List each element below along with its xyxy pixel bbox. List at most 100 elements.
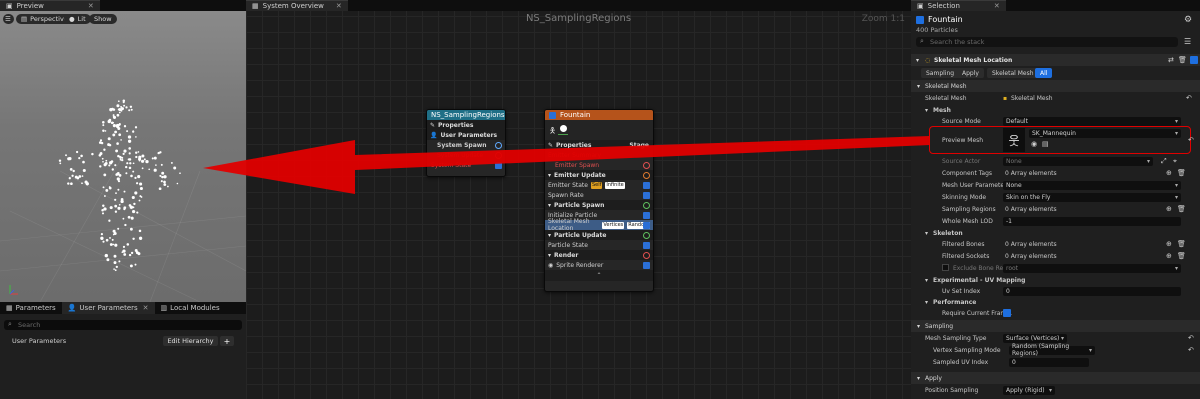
system-node-header[interactable]: NS_SamplingRegions — [427, 110, 505, 120]
emitter-spawn-row[interactable]: Emitter Spawn — [545, 160, 653, 170]
eyedropper-icon[interactable]: ⌖ — [1173, 157, 1177, 166]
reset-icon[interactable]: ↶ — [1188, 136, 1194, 144]
vertex-sampling-mode-select[interactable]: Random (Sampling Regions) — [1009, 343, 1095, 357]
system-spawn-row[interactable]: System Spawn — [427, 140, 505, 150]
clear-icon[interactable]: 🗑 — [1177, 169, 1186, 177]
mesh-sampling-type-select[interactable]: Surface (Vertices) — [1003, 333, 1067, 343]
emitter-enable-checkbox[interactable] — [916, 16, 924, 24]
source-mode-select[interactable]: Default — [1003, 116, 1181, 126]
tab-all[interactable]: All — [1035, 68, 1053, 78]
particle-dot — [101, 212, 105, 215]
enable-checkbox[interactable] — [643, 261, 650, 269]
clear-icon[interactable]: 🗑 — [1177, 205, 1186, 213]
close-icon[interactable]: ✕ — [994, 2, 1000, 10]
tab-apply[interactable]: Apply — [957, 68, 984, 78]
section-sampling[interactable]: ▾ Sampling — [911, 320, 1200, 332]
add-module-icon[interactable] — [643, 201, 650, 209]
tab-system-overview[interactable]: ▦ System Overview ✕ — [246, 0, 348, 11]
sprite-renderer-row[interactable]: ◉ Sprite Renderer — [545, 260, 653, 270]
system-overview-graph[interactable]: NS_SamplingRegions Zoom 1:1 NS_SamplingR… — [246, 0, 911, 399]
filter-icon[interactable]: ☰ — [1184, 37, 1191, 46]
user-parameters-row[interactable]: 👤 User Parameters — [427, 130, 505, 140]
use-selected-icon[interactable]: ◉ — [1031, 140, 1037, 148]
emitter-state-row[interactable]: Emitter State Self Infinite — [545, 180, 653, 190]
add-module-icon[interactable] — [643, 161, 650, 169]
module-enable-checkbox[interactable] — [1190, 56, 1198, 64]
tab-parameters[interactable]: ▦ Parameters — [0, 302, 62, 314]
browse-icon[interactable]: ▤ — [1042, 140, 1049, 148]
add-element-icon[interactable]: ⊕ — [1166, 252, 1172, 260]
render-row[interactable]: ▾ Render — [545, 250, 653, 260]
system-properties-row[interactable]: ✎ Properties — [427, 120, 505, 130]
parameters-search-input[interactable]: ⌕ Search — [4, 320, 242, 330]
particle-spawn-row[interactable]: ▾ Particle Spawn — [545, 200, 653, 210]
require-frame-checkbox[interactable] — [1003, 309, 1011, 317]
particle-update-row[interactable]: ▾ Particle Update — [545, 230, 653, 240]
pick-actor-icon[interactable]: ⤢ — [1161, 157, 1167, 166]
add-element-icon[interactable]: ⊕ — [1166, 240, 1172, 248]
stack-search-input[interactable]: ⌕ Search the stack — [916, 37, 1178, 47]
emitter-update-row[interactable]: ▾ Emitter Update — [545, 170, 653, 180]
add-module-icon[interactable] — [643, 171, 650, 179]
reset-icon[interactable]: ↶ — [1188, 334, 1194, 342]
section-apply[interactable]: ▾ Apply — [911, 372, 1200, 384]
emitter-node-header[interactable]: Fountain — [545, 110, 653, 120]
reset-icon[interactable]: ↶ — [1186, 94, 1192, 102]
uv-set-input[interactable]: 0 — [1003, 286, 1181, 296]
tab-skeletal-mesh[interactable]: Skeletal Mesh — [987, 68, 1039, 78]
add-module-icon[interactable] — [495, 141, 502, 149]
close-icon[interactable]: ✕ — [336, 2, 342, 10]
delete-icon[interactable]: 🗑 — [1178, 56, 1187, 64]
source-actor-select[interactable]: None — [1003, 156, 1153, 166]
enable-checkbox[interactable] — [495, 161, 502, 169]
exclude-bone-checkbox[interactable] — [942, 264, 949, 271]
tab-local-modules[interactable]: ▥ Local Modules — [155, 302, 226, 314]
tab-user-parameters[interactable]: 👤 User Parameters ✕ — [61, 302, 155, 314]
shuffle-icon[interactable]: ⇄ — [1168, 56, 1174, 64]
add-element-icon[interactable]: ⊕ — [1166, 205, 1172, 213]
particle-dot — [122, 217, 125, 220]
close-icon[interactable]: ✕ — [143, 304, 149, 312]
add-module-icon[interactable] — [495, 151, 502, 159]
sampled-uv-input[interactable]: 0 — [1009, 357, 1089, 367]
reset-icon[interactable]: ↶ — [1188, 346, 1194, 354]
enable-checkbox[interactable] — [643, 211, 650, 219]
add-module-icon[interactable] — [643, 231, 650, 239]
preview-mesh-select[interactable]: SK_Mannequin — [1029, 129, 1181, 138]
add-parameter-button[interactable]: + — [220, 336, 234, 346]
tab-selection[interactable]: ▣ Selection ✕ — [911, 0, 1006, 11]
clear-icon[interactable]: 🗑 — [1177, 252, 1186, 260]
system-state-row[interactable]: System State — [427, 160, 505, 170]
exclude-bone-select[interactable]: root — [1003, 263, 1181, 273]
edit-hierarchy-button[interactable]: Edit Hierarchy — [163, 336, 218, 346]
section-skeletal-mesh[interactable]: ▾ Skeletal Mesh — [911, 80, 1200, 92]
emitter-summary-row[interactable]: Emitter Summary — [545, 150, 653, 160]
close-icon[interactable]: ✕ — [88, 2, 94, 10]
tab-sampling[interactable]: Sampling — [921, 68, 960, 78]
enable-checkbox[interactable] — [643, 221, 650, 229]
emitter-properties-row[interactable]: ✎ Properties Stage — [545, 140, 653, 150]
tab-preview[interactable]: ▣ Preview ✕ — [0, 0, 100, 11]
enable-checkbox[interactable] — [643, 181, 650, 189]
spawn-rate-row[interactable]: Spawn Rate — [545, 190, 653, 200]
clear-icon[interactable]: 🗑 — [1177, 240, 1186, 248]
add-module-icon[interactable] — [643, 251, 650, 259]
mesh-user-param-select[interactable]: None — [1003, 180, 1181, 190]
gear-icon[interactable]: ⚙ — [1184, 15, 1192, 25]
skeletal-mesh-location-row[interactable]: Skeletal Mesh Location Vertices Random — [545, 218, 653, 232]
collapse-node-icon[interactable]: ⌃ — [545, 270, 653, 281]
enable-checkbox[interactable] — [643, 191, 650, 199]
preview-viewport[interactable]: ☰ ▤ Perspective ● Lit Show — [0, 11, 246, 302]
position-sampling-select[interactable]: Apply (Rigid) — [1003, 385, 1055, 395]
self-pill: Self — [590, 181, 603, 189]
whole-mesh-lod-input[interactable]: -1 — [1003, 216, 1181, 226]
module-header-row[interactable]: ▾ ◌ Skeletal Mesh Location ⇄ 🗑 — [911, 54, 1200, 66]
skinning-mode-select[interactable]: Skin on the Fly — [1003, 192, 1181, 202]
add-element-icon[interactable]: ⊕ — [1166, 169, 1172, 177]
system-node[interactable]: NS_SamplingRegions ✎ Properties 👤 User P… — [426, 109, 506, 177]
system-update-row[interactable]: System Update — [427, 150, 505, 160]
emitter-node[interactable]: Fountain 🯅 ✎ Properties Stage Emitter Su… — [544, 109, 654, 292]
emitter-enable-checkbox[interactable] — [549, 111, 556, 119]
particle-state-row[interactable]: Particle State — [545, 240, 653, 250]
enable-checkbox[interactable] — [643, 241, 650, 249]
